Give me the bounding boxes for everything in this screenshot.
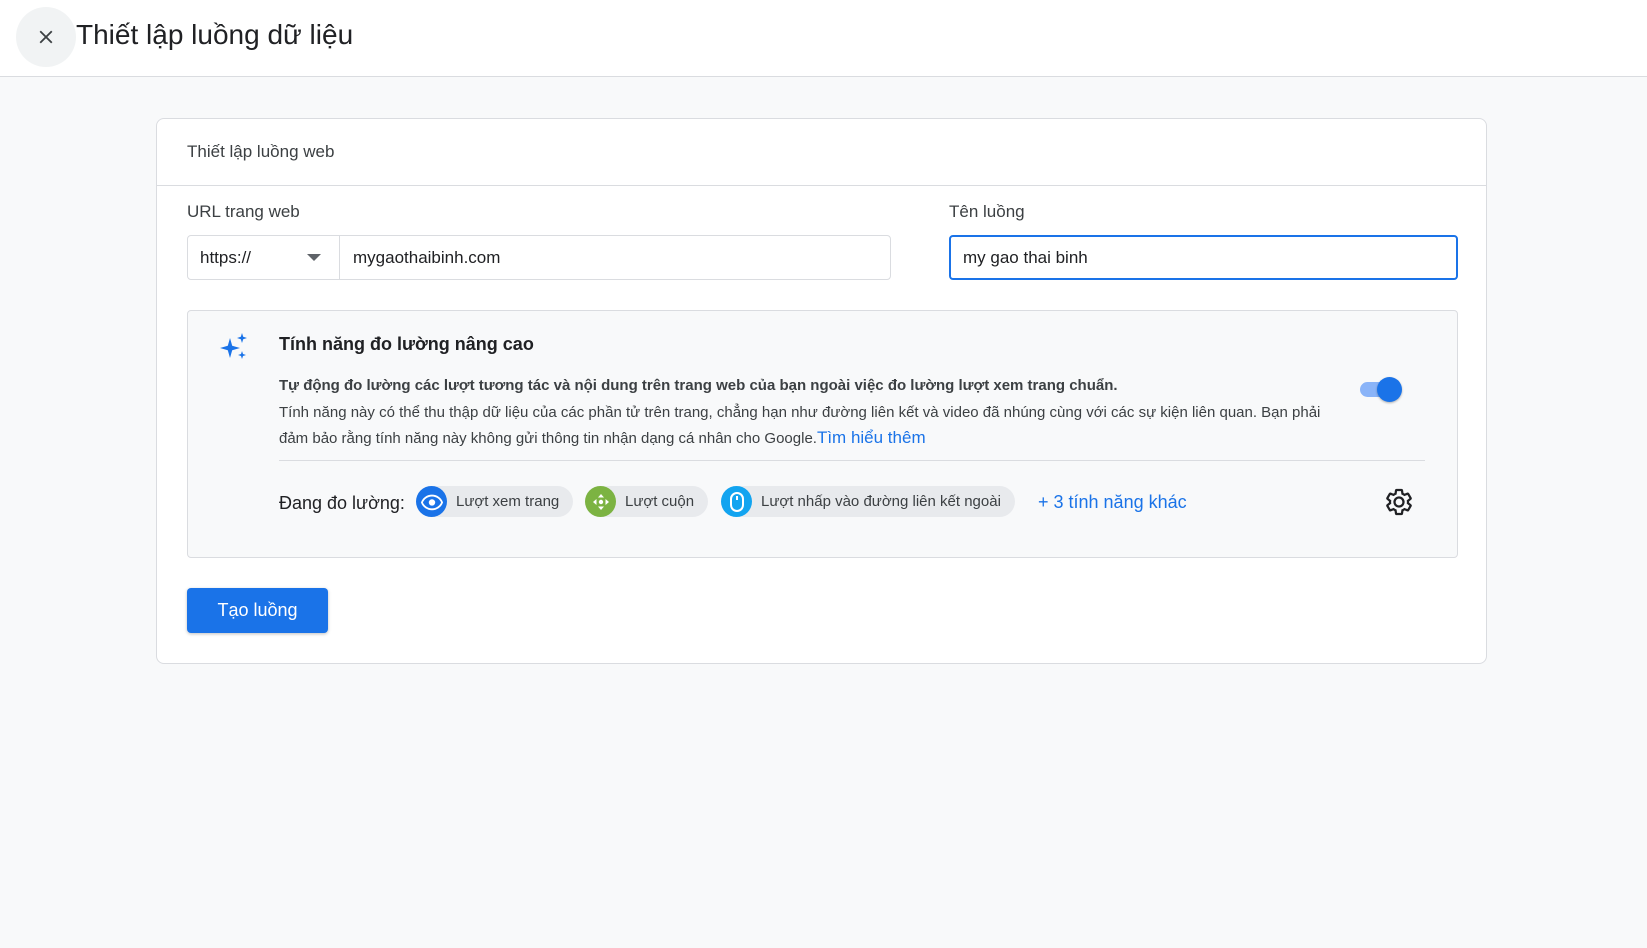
stream-name-input[interactable] [949, 235, 1458, 280]
description-text: Tính năng này có thể thu thập dữ liệu củ… [279, 404, 1321, 447]
chip-outbound-clicks: Lượt nhấp vào đường liên kết ngoài [721, 486, 1015, 517]
eye-icon [416, 486, 447, 517]
toggle-thumb [1377, 377, 1402, 402]
enhanced-measurement-panel: Tính năng đo lường nâng cao Tự động đo l… [187, 310, 1458, 558]
url-label: URL trang web [187, 202, 300, 221]
stream-name-label: Tên luồng [949, 202, 1025, 221]
more-features-link[interactable]: + 3 tính năng khác [1038, 492, 1187, 513]
divider [279, 460, 1425, 461]
url-input[interactable] [340, 236, 890, 279]
enhanced-measurement-toggle[interactable] [1358, 375, 1404, 403]
learn-more-link[interactable]: Tìm hiểu thêm [817, 428, 926, 447]
close-button[interactable] [16, 7, 76, 67]
dropdown-arrow-icon [307, 253, 321, 261]
protocol-value: https:// [200, 247, 252, 267]
sparkle-icon [220, 333, 247, 359]
web-stream-setup-card: Thiết lập luồng web URL trang web https:… [156, 118, 1487, 664]
close-icon [39, 30, 53, 44]
chip-label: Lượt nhấp vào đường liên kết ngoài [761, 493, 1001, 510]
top-bar: Thiết lập luồng dữ liệu [0, 0, 1647, 77]
chip-page-views: Lượt xem trang [416, 486, 574, 517]
card-title: Thiết lập luồng web [157, 119, 1486, 186]
create-stream-button[interactable]: Tạo luồng [187, 588, 328, 633]
chip-scrolls: Lượt cuộn [585, 486, 709, 517]
gear-icon[interactable] [1384, 487, 1414, 517]
mouse-icon [721, 486, 752, 517]
chip-label: Lượt xem trang [456, 493, 560, 510]
protocol-select[interactable]: https:// [188, 236, 340, 279]
measuring-label: Đang đo lường: [279, 493, 405, 513]
enhanced-measurement-summary: Tự động đo lường các lượt tương tác và n… [279, 377, 1118, 394]
chip-label: Lượt cuộn [625, 493, 695, 510]
enhanced-measurement-description: Tính năng này có thể thu thập dữ liệu củ… [279, 400, 1339, 451]
page-title: Thiết lập luồng dữ liệu [76, 19, 354, 50]
enhanced-measurement-title: Tính năng đo lường nâng cao [279, 334, 534, 354]
scroll-icon [585, 486, 616, 517]
url-field-group: https:// [187, 235, 891, 280]
